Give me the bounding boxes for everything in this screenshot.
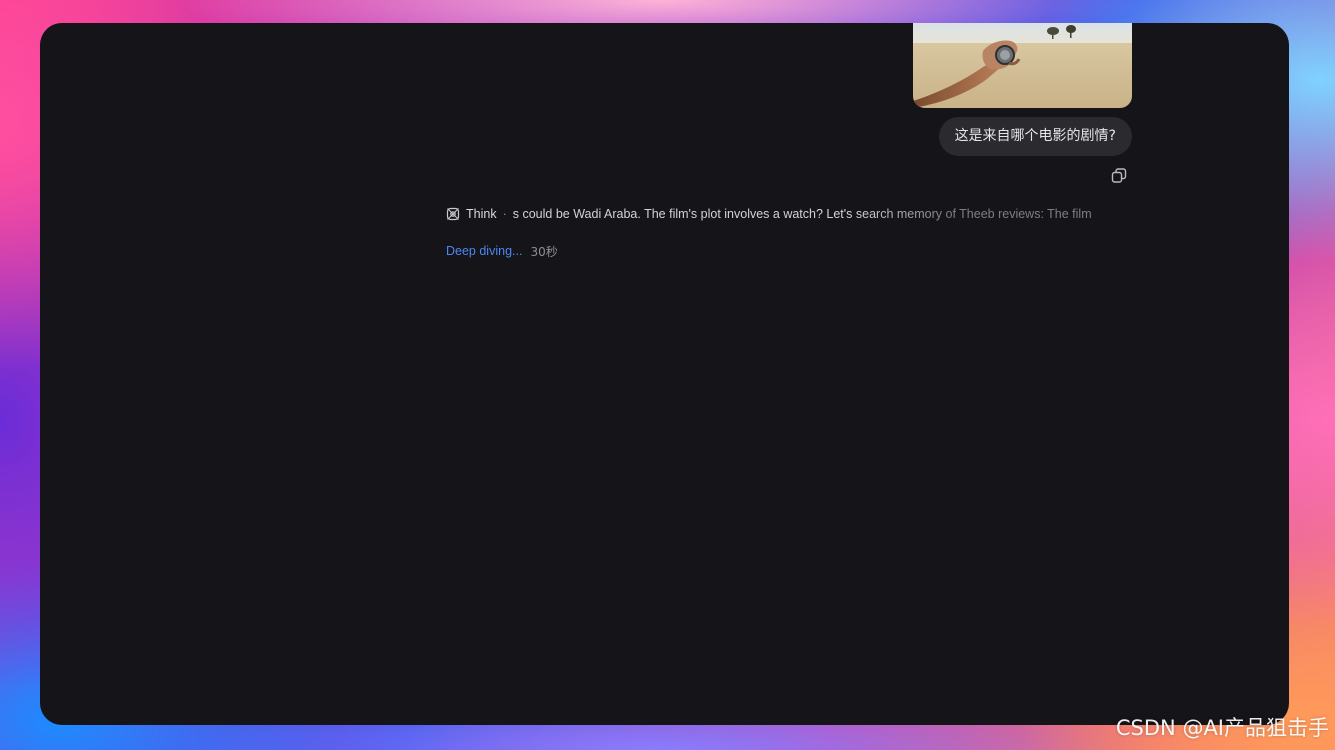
copy-icon — [1111, 168, 1127, 183]
think-label: Think — [466, 207, 497, 221]
elapsed-time: 30秒 — [530, 244, 558, 259]
photo-thumbnail — [913, 23, 1132, 108]
status-row: Deep diving... 30秒 — [446, 242, 558, 260]
chat-thread: 这是来自哪个电影的剧情? Think · s could be Wadi Ara… — [446, 23, 1132, 725]
chat-window: 这是来自哪个电影的剧情? Think · s could be Wadi Ara… — [40, 23, 1289, 725]
deep-diving-status[interactable]: Deep diving... — [446, 244, 522, 258]
user-message-bubble: 这是来自哪个电影的剧情? — [938, 117, 1132, 156]
copy-button[interactable] — [1110, 167, 1128, 185]
thinking-stream-text: s could be Wadi Araba. The film's plot i… — [512, 207, 1092, 221]
think-icon — [446, 207, 460, 221]
watermark: CSDN @AI产品狙击手 — [1115, 716, 1329, 740]
think-separator: · — [502, 207, 507, 221]
attached-image[interactable] — [913, 23, 1132, 108]
thinking-row[interactable]: Think · s could be Wadi Araba. The film'… — [446, 204, 1132, 224]
